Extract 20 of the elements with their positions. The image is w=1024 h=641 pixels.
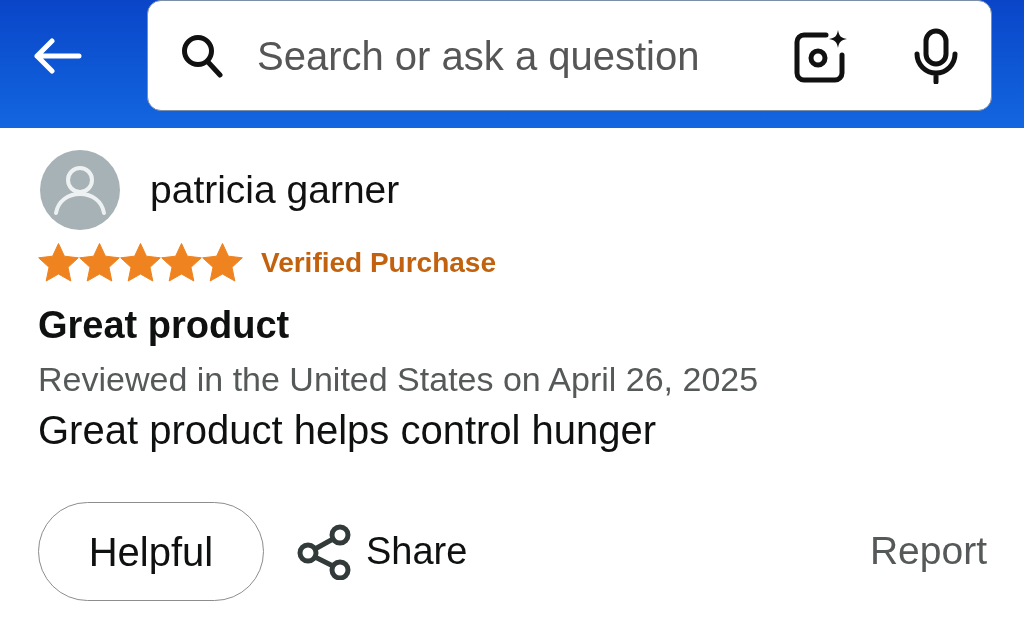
search-field[interactable]: Search or ask a question (257, 25, 774, 86)
search-bar[interactable]: Search or ask a question (147, 0, 992, 111)
back-arrow-icon[interactable] (32, 38, 82, 74)
star-icon (120, 243, 161, 282)
star-icon (79, 243, 120, 282)
review-date: Reviewed in the United States on April 26, 2025 (38, 359, 760, 400)
star-icon (202, 243, 243, 282)
share-icon (297, 523, 351, 580)
microphone-icon[interactable] (914, 27, 958, 84)
helpful-button[interactable]: Helpful (38, 502, 264, 601)
review-title: Great product (38, 303, 291, 347)
share-button[interactable]: Share (297, 523, 468, 580)
verified-purchase-label: Verified Purchase (261, 245, 496, 280)
reviewer-name[interactable]: patricia garner (150, 167, 400, 213)
star-icon (161, 243, 202, 282)
avatar-icon (40, 150, 120, 230)
search-icon (181, 33, 223, 78)
review-text: Great product helps control hunger (38, 407, 658, 453)
star-icon (38, 243, 79, 282)
report-link[interactable]: Report (869, 522, 987, 581)
